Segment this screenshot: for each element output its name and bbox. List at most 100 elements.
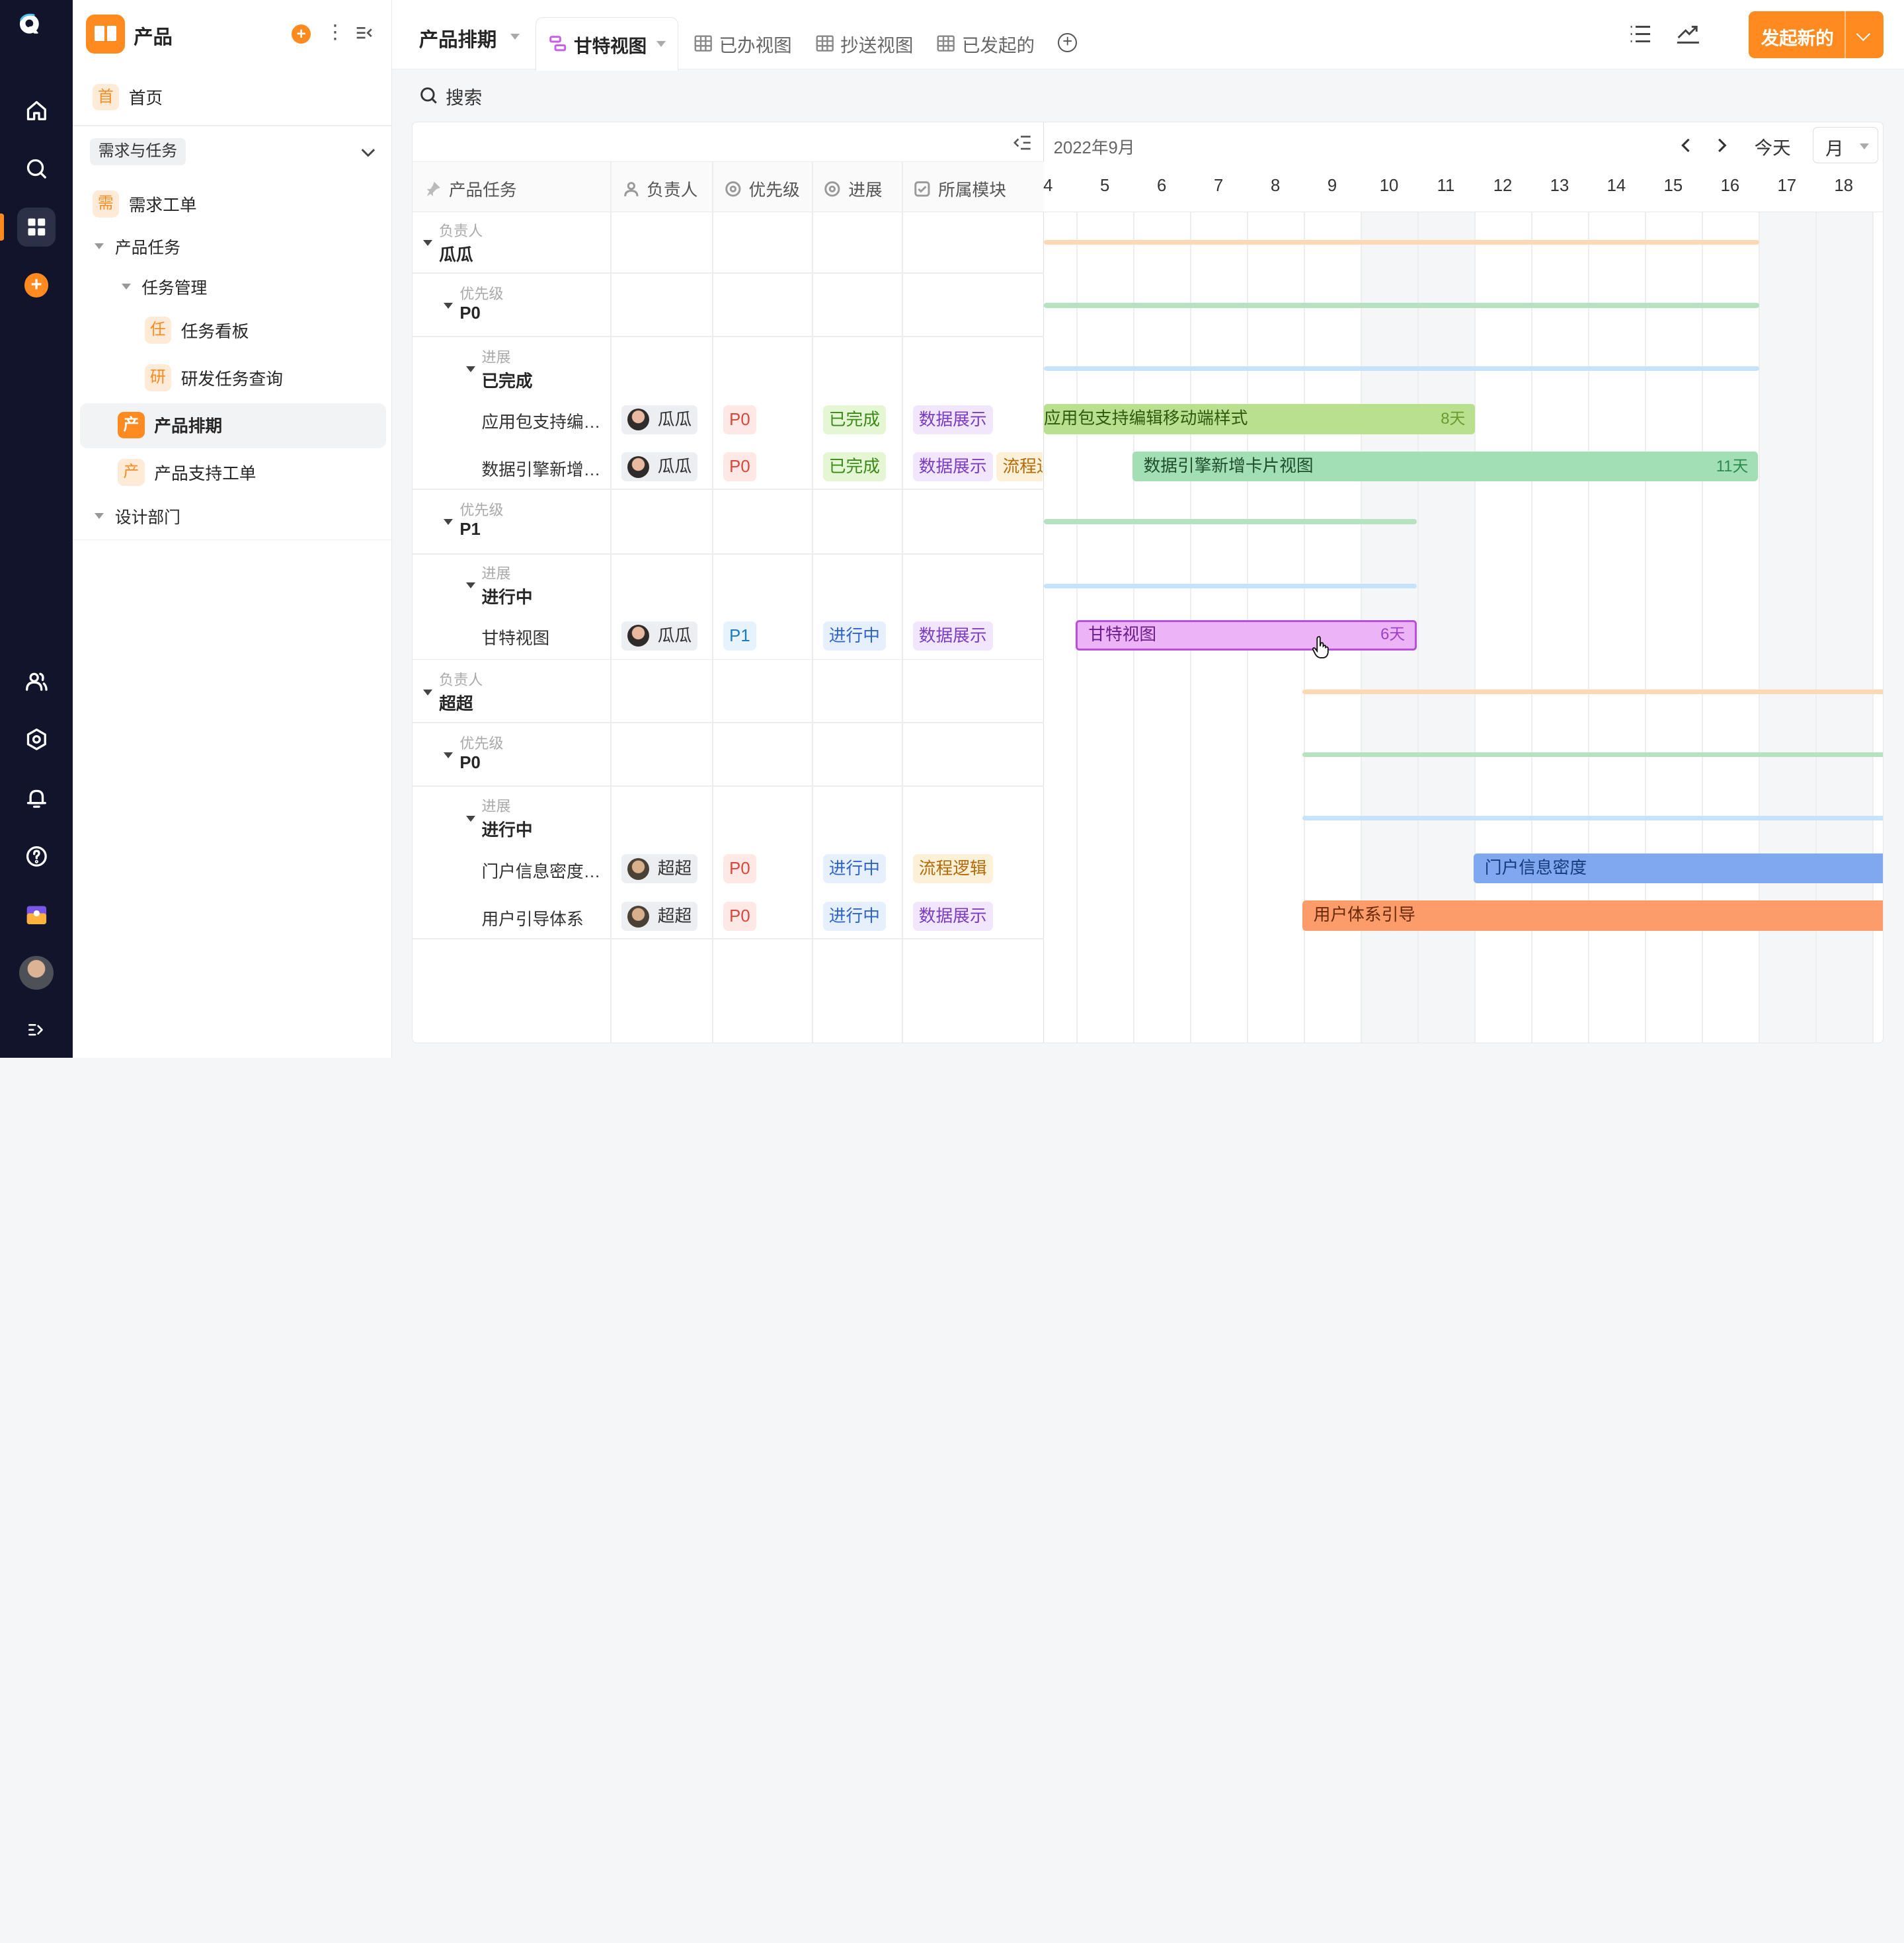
sidebar-item-demand[interactable]: 需 需求工单 xyxy=(92,182,197,226)
module-badge[interactable]: 数据展示 xyxy=(912,452,993,482)
task-name[interactable]: 应用包支持编辑移动端样式 xyxy=(481,409,603,433)
sidebar-item-dev-task-query[interactable]: 研 研发任务查询 xyxy=(144,356,283,399)
module-badge[interactable]: 流程逻辑 xyxy=(996,452,1043,482)
divider xyxy=(1844,11,1846,59)
search-icon[interactable] xyxy=(17,149,56,188)
item-tag: 任 xyxy=(144,317,171,344)
module-badge[interactable]: 数据展示 xyxy=(912,902,993,932)
task-name[interactable]: 用户引导体系 xyxy=(481,906,603,930)
group-collapse-icon[interactable] xyxy=(423,239,433,246)
status-badge[interactable]: 进行中 xyxy=(822,621,887,651)
group-collapse-icon[interactable] xyxy=(444,752,454,758)
today-button[interactable]: 今天 xyxy=(1755,133,1791,159)
search-input[interactable]: 搜索 xyxy=(446,83,482,109)
scale-select[interactable]: 月 xyxy=(1812,127,1878,164)
priority-badge[interactable]: P1 xyxy=(723,621,756,651)
gantt-bar[interactable]: 门户信息密度 xyxy=(1474,853,1884,884)
tab-done-view[interactable]: 已办视图 xyxy=(694,17,792,71)
gift-icon[interactable] xyxy=(17,895,56,934)
group-value: 进行中 xyxy=(481,588,533,607)
search-icon xyxy=(420,87,437,104)
day-label: 6 xyxy=(1157,177,1167,196)
group-collapse-icon[interactable] xyxy=(444,519,454,526)
module-badge[interactable]: 数据展示 xyxy=(912,621,993,651)
active-indicator xyxy=(0,214,4,241)
collapse-table-icon[interactable] xyxy=(1013,134,1032,151)
task-name[interactable]: 数据引擎新增卡片视图 xyxy=(481,456,603,481)
column-header-progress[interactable]: 进展 xyxy=(824,177,883,201)
status-badge[interactable]: 已完成 xyxy=(822,452,887,482)
launch-new-button[interactable]: 发起新的 xyxy=(1749,11,1884,59)
sidebar-item-support-ticket[interactable]: 产 产品支持工单 xyxy=(118,451,257,495)
group-collapse-icon[interactable] xyxy=(465,366,475,372)
settings-icon[interactable] xyxy=(17,720,56,759)
chevron-left-icon[interactable] xyxy=(1678,137,1695,154)
caret-down-icon[interactable] xyxy=(656,41,666,47)
column-header-module[interactable]: 所属模块 xyxy=(914,177,1006,201)
owner-chip[interactable]: 超超 xyxy=(621,902,698,932)
column-header-task[interactable]: 产品任务 xyxy=(424,177,517,201)
sidebar-group[interactable]: 需求与任务 xyxy=(89,138,186,165)
tab-cc-view[interactable]: 抄送视图 xyxy=(815,17,913,71)
chevron-down-icon[interactable] xyxy=(1856,27,1870,41)
list-icon[interactable] xyxy=(1628,23,1653,45)
gantt-bar[interactable]: 应用包支持编辑移动端样式 8天 xyxy=(1043,403,1476,434)
add-icon[interactable]: + xyxy=(291,24,311,44)
sidebar-folder-task-management[interactable]: 任务管理 xyxy=(121,264,207,308)
more-icon[interactable]: ⋮ xyxy=(325,20,344,45)
chevron-right-icon[interactable] xyxy=(1713,137,1730,154)
app-logo-icon[interactable] xyxy=(17,12,42,36)
sidebar-item-task-board[interactable]: 任 任务看板 xyxy=(144,309,249,352)
apps-grid-icon[interactable] xyxy=(17,208,56,247)
priority-badge[interactable]: P0 xyxy=(723,452,756,482)
column-header-priority[interactable]: 优先级 xyxy=(725,177,800,201)
project-title[interactable]: 产品排期 xyxy=(419,24,497,52)
tab-initiated[interactable]: 已发起的 xyxy=(936,17,1035,71)
item-tag: 产 xyxy=(118,411,145,439)
tab-gantt[interactable]: 甘特视图 xyxy=(536,17,679,71)
module-badge[interactable]: 流程逻辑 xyxy=(912,854,993,884)
group-collapse-icon[interactable] xyxy=(423,689,433,695)
sidebar-folder-design[interactable]: 设计部门 xyxy=(95,495,180,538)
gantt-bar[interactable]: 用户体系引导 xyxy=(1302,900,1884,932)
members-icon[interactable] xyxy=(17,662,56,701)
module-badge[interactable]: 数据展示 xyxy=(912,405,993,434)
status-badge[interactable]: 已完成 xyxy=(822,405,887,434)
trend-icon[interactable] xyxy=(1676,23,1700,45)
task-name[interactable]: 门户信息密度调整 xyxy=(481,858,603,883)
priority-badge[interactable]: P0 xyxy=(723,405,756,434)
owner-chip[interactable]: 瓜瓜 xyxy=(621,621,698,651)
chevron-down-icon[interactable] xyxy=(360,143,377,161)
gantt-bar[interactable]: 数据引擎新增卡片视图 11天 xyxy=(1132,451,1759,482)
group-collapse-icon[interactable] xyxy=(465,815,475,822)
app-root: + 产品 + ⋮ 首 首页 需求与任务 需 需求工单 产品任务 任务管理 任 任… xyxy=(0,0,1904,1943)
owner-chip[interactable]: 瓜瓜 xyxy=(621,452,698,482)
column-header-owner[interactable]: 负责人 xyxy=(623,177,697,201)
sidebar-item-product-schedule[interactable]: 产 产品排期 xyxy=(118,403,222,447)
expand-nav-icon[interactable] xyxy=(17,1010,56,1049)
priority-badge[interactable]: P0 xyxy=(723,902,756,932)
user-avatar[interactable] xyxy=(17,953,56,992)
bell-icon[interactable] xyxy=(17,779,56,818)
sidebar-folder-product-tasks[interactable]: 产品任务 xyxy=(95,225,180,268)
gantt-bar[interactable]: 甘特视图 6天 xyxy=(1075,619,1417,651)
add-app-icon[interactable]: + xyxy=(17,266,56,305)
collapse-sidebar-icon[interactable] xyxy=(354,23,374,42)
sidebar-item-home[interactable]: 首 首页 xyxy=(92,75,163,119)
owner-chip[interactable]: 瓜瓜 xyxy=(621,405,698,434)
global-nav-rail: + xyxy=(0,0,73,1058)
task-name[interactable]: 甘特视图 xyxy=(481,625,603,649)
owner-chip[interactable]: 超超 xyxy=(621,854,698,884)
add-view-icon[interactable]: + xyxy=(1058,32,1078,52)
caret-down-icon[interactable] xyxy=(510,34,520,40)
search-box[interactable]: 搜索 xyxy=(419,83,482,109)
status-badge[interactable]: 进行中 xyxy=(822,854,887,884)
group-collapse-icon[interactable] xyxy=(465,582,475,588)
summary-line-progress xyxy=(1043,366,1759,372)
status-badge[interactable]: 进行中 xyxy=(822,902,887,932)
priority-badge[interactable]: P0 xyxy=(723,854,756,884)
row-divider xyxy=(412,658,1044,660)
group-collapse-icon[interactable] xyxy=(444,303,454,309)
home-icon[interactable] xyxy=(17,91,56,130)
help-icon[interactable] xyxy=(17,837,56,876)
